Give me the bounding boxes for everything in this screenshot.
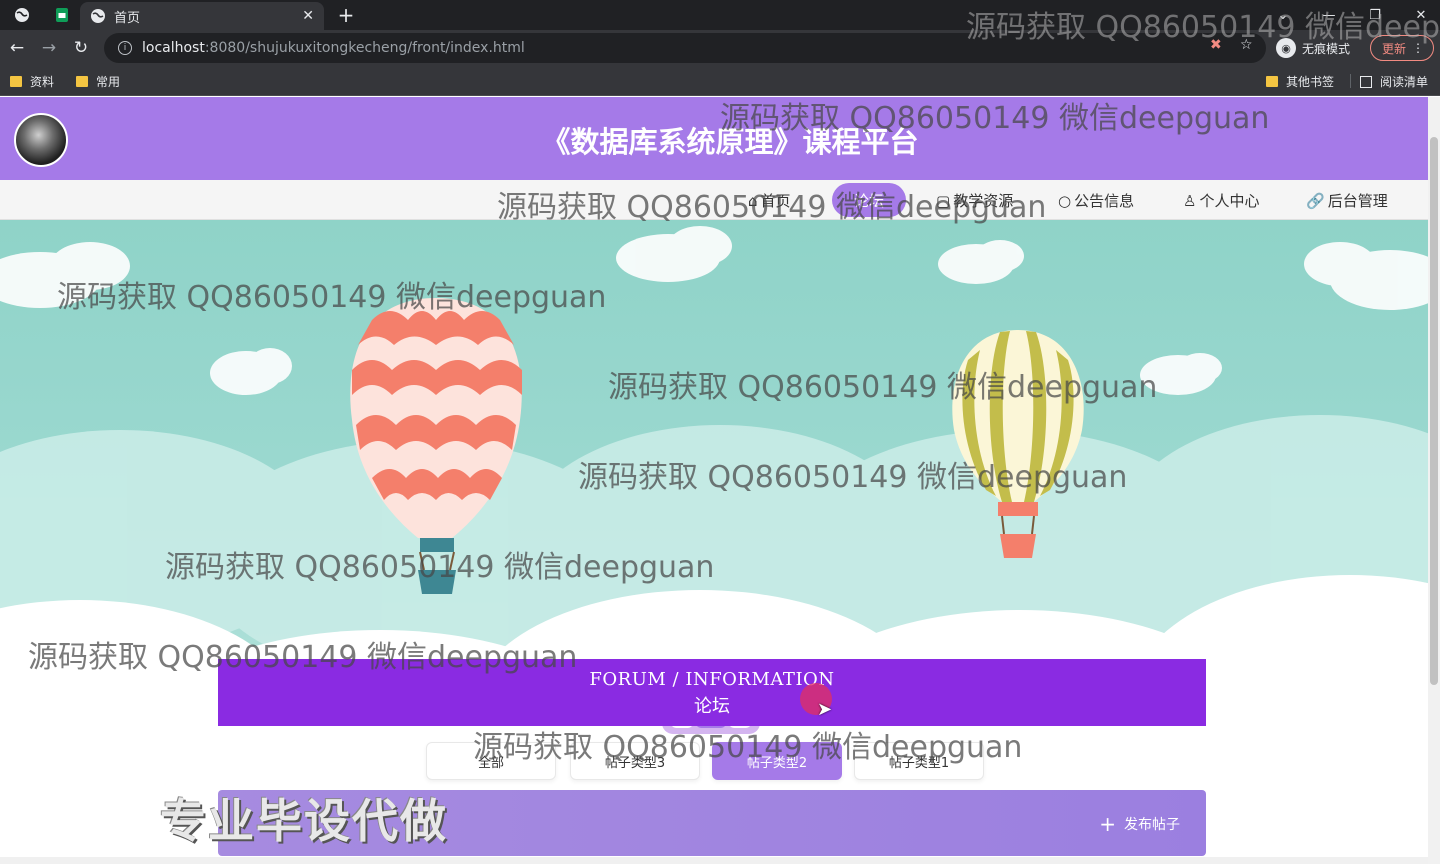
- nav-label: 后台管理: [1327, 192, 1388, 210]
- forum-title-en: FORUM / INFORMATION: [589, 669, 835, 690]
- filter-all[interactable]: 全部: [426, 742, 556, 780]
- update-button[interactable]: 更新 ⋮: [1370, 35, 1434, 61]
- filter-type-3[interactable]: 帖子类型3: [570, 742, 700, 780]
- site-info-icon[interactable]: i: [118, 41, 132, 55]
- filter-type-1[interactable]: 帖子类型1: [854, 742, 984, 780]
- bookmark-star-icon[interactable]: ☆: [1240, 37, 1253, 53]
- reading-list[interactable]: 阅读清单: [1360, 73, 1428, 90]
- mouse-cursor-icon: ➤: [817, 699, 833, 720]
- nav-label: 公告信息: [1074, 192, 1135, 210]
- site-navbar: ⌂ 首页 论坛 ▢ 教学资源 ○ 公告信息 ♙ 个人中心 🔗 后台管理: [0, 180, 1428, 220]
- forum-title-cn: 论坛: [694, 696, 730, 717]
- bookmark-folder-2[interactable]: 常用: [76, 73, 120, 90]
- bookmark-folder-1[interactable]: 资料: [10, 73, 54, 90]
- bookmark-label: 常用: [96, 75, 121, 89]
- incognito-label: 无痕模式: [1302, 41, 1351, 56]
- site-title: 《数据库系统原理》课程平台: [541, 125, 919, 159]
- reading-list-icon: [1360, 75, 1372, 88]
- post-type-filters: 全部 帖子类型3 帖子类型2 帖子类型1: [426, 742, 990, 782]
- user-icon: ♙: [1183, 192, 1197, 210]
- translate-blocked-icon[interactable]: ✖: [1210, 37, 1222, 53]
- nav-admin[interactable]: 🔗 后台管理: [1306, 190, 1388, 211]
- browser-globe-icon[interactable]: [8, 4, 36, 26]
- incognito-indicator[interactable]: ◉ 无痕模式: [1276, 35, 1350, 61]
- other-bookmarks-label: 其他书签: [1286, 75, 1335, 89]
- forward-icon[interactable]: →: [36, 36, 62, 60]
- page-bottom-strip: [0, 857, 1428, 864]
- tab-search-icon[interactable]: ⌄: [1260, 0, 1306, 30]
- reload-icon[interactable]: ↻: [68, 36, 94, 60]
- promo-overlay-text: 专业毕设代做: [160, 794, 448, 848]
- minimize-icon[interactable]: —: [1306, 0, 1352, 30]
- restore-icon[interactable]: ❐: [1352, 0, 1398, 30]
- address-path: :8080/shujukuxitongkecheng/front/index.h…: [204, 40, 525, 56]
- folder-icon: [76, 76, 88, 87]
- nav-notice[interactable]: ○ 公告信息: [1058, 190, 1134, 211]
- new-post-button[interactable]: + 发布帖子: [1099, 814, 1180, 834]
- window-close-icon[interactable]: ✕: [1398, 0, 1440, 30]
- nav-label: 论坛: [853, 191, 884, 210]
- address-host: localhost: [142, 40, 205, 56]
- browser-tabstrip: 首页 ✕ + ⌄ — ❐ ✕: [0, 0, 1440, 30]
- page-viewport: 《数据库系统原理》课程平台 ⌂ 首页 论坛 ▢ 教学资源 ○ 公告信息 ♙ 个人中心 🔗…: [0, 97, 1428, 864]
- new-post-label: 发布帖子: [1124, 817, 1180, 833]
- nav-resources[interactable]: ▢ 教学资源: [936, 190, 1013, 211]
- address-bar[interactable]: i localhost:8080/shujukuxitongkecheng/fr…: [104, 33, 1266, 63]
- menu-dots-icon[interactable]: ⋮: [1412, 41, 1424, 55]
- bookmarks-bar: 资料 常用 其他书签 阅读清单: [0, 66, 1440, 96]
- sheets-tab-icon[interactable]: [50, 4, 74, 26]
- tab-close-icon[interactable]: ✕: [302, 8, 314, 24]
- tab-home[interactable]: 首页 ✕: [80, 2, 324, 30]
- nav-forum[interactable]: 论坛: [832, 183, 906, 217]
- folder-icon: [10, 76, 22, 87]
- page-globe-icon: [91, 9, 105, 23]
- update-label: 更新: [1382, 41, 1407, 56]
- book-icon: ▢: [936, 192, 951, 210]
- scrollbar-thumb[interactable]: [1430, 137, 1438, 685]
- tab-title: 首页: [114, 10, 141, 26]
- nav-label: 首页: [760, 192, 791, 210]
- nav-profile[interactable]: ♙ 个人中心: [1183, 190, 1259, 211]
- forum-title-bar: FORUM / INFORMATION 论坛: [218, 659, 1206, 726]
- link-icon: 🔗: [1306, 192, 1325, 210]
- page-scrollbar[interactable]: [1428, 97, 1440, 864]
- bookmarks-divider: [1350, 74, 1351, 88]
- incognito-icon: ◉: [1276, 38, 1296, 58]
- folder-icon: [1266, 76, 1278, 87]
- reading-list-label: 阅读清单: [1380, 75, 1429, 89]
- home-icon: ⌂: [748, 192, 758, 210]
- nav-label: 教学资源: [953, 192, 1014, 210]
- filter-type-2[interactable]: 帖子类型2: [712, 742, 842, 780]
- bookmark-label: 资料: [30, 75, 55, 89]
- browser-toolbar: ← → ↻ i localhost:8080/shujukuxitongkech…: [0, 30, 1440, 66]
- new-tab-button[interactable]: +: [334, 3, 358, 27]
- plus-icon: +: [1099, 812, 1116, 836]
- other-bookmarks[interactable]: 其他书签: [1266, 73, 1334, 90]
- back-icon[interactable]: ←: [4, 36, 30, 60]
- nav-home[interactable]: ⌂ 首页: [748, 190, 791, 211]
- site-header: 《数据库系统原理》课程平台: [0, 97, 1428, 180]
- nav-label: 个人中心: [1199, 192, 1260, 210]
- notice-icon: ○: [1058, 192, 1072, 210]
